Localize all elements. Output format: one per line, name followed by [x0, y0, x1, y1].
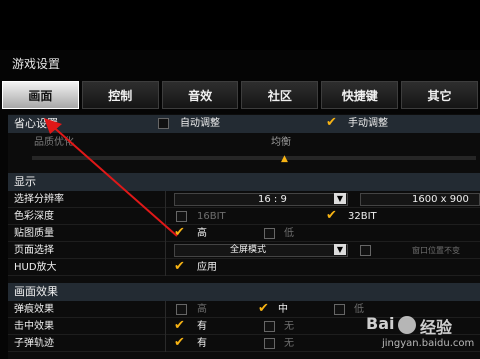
trail-yes-check-icon[interactable]: ✔ [174, 335, 185, 351]
bullet-mid-check-icon[interactable]: ✔ [258, 301, 269, 317]
watermark-url: jingyan.baidu.com [382, 338, 475, 349]
page-mode-value: 全屏模式 [230, 245, 267, 255]
bullet-low-checkbox[interactable] [334, 304, 345, 315]
hit-effect-label: 击中效果 [14, 321, 54, 332]
tab-controls[interactable]: 控制 [81, 81, 159, 109]
bullet-trail-label: 子弹轨迹 [14, 338, 54, 349]
hit-no-checkbox[interactable] [264, 321, 275, 332]
auto-adjust-label: 自动调整 [180, 118, 220, 129]
aspect-ratio-value: 16 : 9 [258, 194, 287, 205]
manual-adjust-check-icon[interactable]: ✔ [326, 115, 337, 131]
quality-slider-thumb-icon[interactable]: ▲ [281, 154, 288, 164]
tab-community[interactable]: 社区 [241, 81, 319, 109]
bullet-high-label: 高 [197, 304, 207, 315]
tab-hotkeys[interactable]: 快捷键 [321, 81, 399, 109]
hud-row: HUD放大 ✔ 应用 [8, 259, 480, 276]
keep-window-position-label: 窗口位置不变 [412, 246, 460, 255]
aspect-dropdown-icon[interactable]: ▼ [334, 193, 346, 204]
texture-low-checkbox[interactable] [264, 228, 275, 239]
page-mode-label: 页面选择 [14, 245, 54, 256]
effects-header: 画面效果 [8, 283, 480, 301]
page-mode-row: 页面选择 全屏模式 ▼ 窗口位置不变 [8, 242, 480, 259]
tab-sound[interactable]: 音效 [161, 81, 239, 109]
top-black-bar [0, 0, 480, 50]
tab-graphics[interactable]: 画面 [2, 81, 79, 109]
hit-no-label: 无 [284, 321, 294, 332]
page-mode-dropdown-icon[interactable]: ▼ [334, 244, 346, 255]
red-arrow-annotation [44, 118, 178, 237]
hit-yes-label: 有 [197, 321, 207, 332]
hud-apply-check-icon[interactable]: ✔ [174, 259, 185, 275]
window-title: 游戏设置 [12, 57, 61, 71]
manual-adjust-label: 手动调整 [348, 118, 388, 129]
resolution-value: 1600 x 900 [412, 194, 469, 205]
trail-no-label: 无 [284, 338, 294, 349]
paw-logo-icon [398, 316, 416, 334]
keep-window-position-checkbox[interactable] [360, 245, 371, 256]
color-16-label: 16BIT [197, 211, 226, 222]
color-32-check-icon[interactable]: ✔ [326, 208, 337, 224]
bullet-hole-label: 弹痕效果 [14, 304, 54, 315]
settings-tabs: 画面 控制 音效 社区 快捷键 其它 [2, 81, 478, 109]
quality-value: 均衡 [271, 137, 291, 148]
hud-label: HUD放大 [14, 262, 57, 273]
row-divider [165, 335, 166, 352]
row-divider [165, 259, 166, 276]
bullet-mid-label: 中 [278, 304, 288, 315]
texture-high-label: 高 [197, 228, 207, 239]
bullet-high-checkbox[interactable] [176, 304, 187, 315]
row-divider [165, 318, 166, 335]
watermark-brand: Bai [366, 314, 395, 333]
row-divider [165, 301, 166, 318]
texture-low-label: 低 [284, 228, 294, 239]
hud-apply-label: 应用 [197, 262, 217, 273]
color-32-label: 32BIT [348, 211, 377, 222]
trail-yes-label: 有 [197, 338, 207, 349]
row-divider [165, 242, 166, 259]
watermark-brand-tail: 经验 [420, 318, 453, 337]
tab-other[interactable]: 其它 [401, 81, 478, 109]
trail-no-checkbox[interactable] [264, 338, 275, 349]
bullet-low-label: 低 [354, 304, 364, 315]
hit-yes-check-icon[interactable]: ✔ [174, 318, 185, 334]
